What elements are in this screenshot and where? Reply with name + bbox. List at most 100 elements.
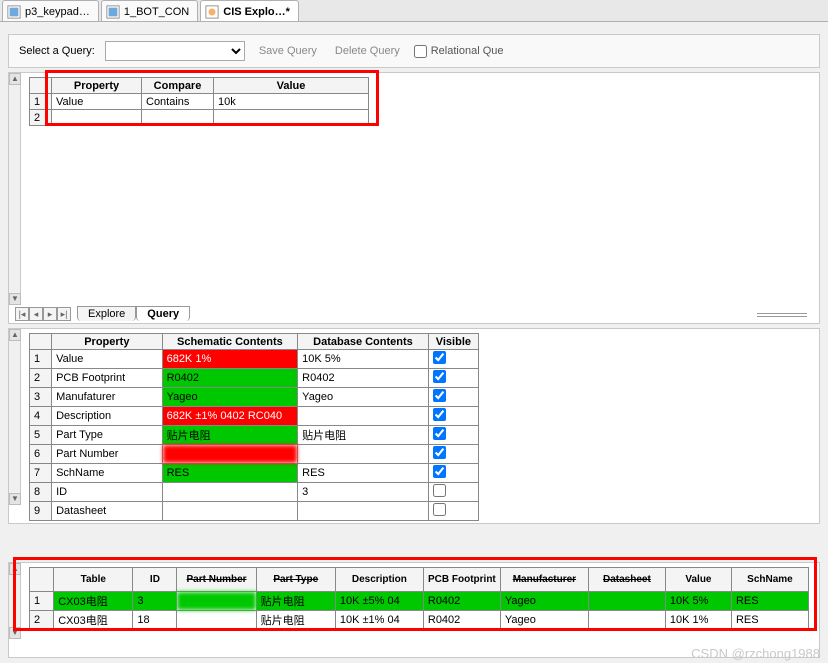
- resize-handle-icon[interactable]: [757, 313, 807, 317]
- property-cell[interactable]: Value: [52, 94, 142, 110]
- table-row[interactable]: 4Description682K ±1% 0402 RC040: [30, 407, 479, 426]
- property-cell: SchName: [52, 464, 162, 483]
- nav-first-icon[interactable]: |◂: [15, 307, 29, 321]
- table-row[interactable]: 2CX03电阻18贴片电阻10K ±1% 04R0402Yageo10K 1%R…: [30, 611, 809, 630]
- manufacturer-cell: Yageo: [500, 611, 588, 630]
- column-header: Value: [214, 78, 369, 94]
- table-row[interactable]: 5Part Type贴片电阻贴片电阻: [30, 426, 479, 445]
- table-row[interactable]: 8ID3: [30, 483, 479, 502]
- schematic-cell: R0402: [162, 369, 298, 388]
- table-row[interactable]: 9Datasheet: [30, 502, 479, 521]
- file-tab-keypad[interactable]: p3_keypad…: [2, 0, 99, 21]
- visible-cell[interactable]: [428, 388, 478, 407]
- column-header: Manufacturer: [500, 568, 588, 592]
- delete-query-button[interactable]: Delete Query: [331, 43, 404, 59]
- scroll-down-icon[interactable]: ▼: [9, 627, 21, 639]
- footprint-cell: R0402: [423, 611, 500, 630]
- vertical-scrollbar[interactable]: ▲ ▼: [9, 73, 21, 305]
- row-number: 1: [30, 350, 52, 369]
- manufacturer-cell: Yageo: [500, 592, 588, 611]
- results-panel: ▲ ▼ TableIDPart NumberPart TypeDescripti…: [8, 562, 820, 658]
- table-row[interactable]: 7SchNameRESRES: [30, 464, 479, 483]
- compare-panel: ▲ ▼ PropertySchematic ContentsDatabase C…: [8, 328, 820, 524]
- visible-checkbox[interactable]: [433, 351, 446, 364]
- vertical-scrollbar[interactable]: ▲ ▼: [9, 563, 21, 639]
- value-cell[interactable]: 10k: [214, 94, 369, 110]
- property-cell: Part Type: [52, 426, 162, 445]
- scroll-down-icon[interactable]: ▼: [9, 493, 21, 505]
- visible-checkbox[interactable]: [433, 427, 446, 440]
- row-number: 5: [30, 426, 52, 445]
- query-results-table[interactable]: TableIDPart NumberPart TypeDescriptionPC…: [29, 567, 809, 630]
- visible-cell[interactable]: [428, 502, 478, 521]
- table-row[interactable]: 1CX03电阻3贴片电阻10K ±5% 04R0402Yageo10K 5%RE…: [30, 592, 809, 611]
- visible-cell[interactable]: [428, 483, 478, 502]
- scroll-down-icon[interactable]: ▼: [9, 293, 21, 305]
- visible-checkbox[interactable]: [433, 465, 446, 478]
- row-number: 4: [30, 407, 52, 426]
- visible-checkbox[interactable]: [433, 408, 446, 421]
- nav-prev-icon[interactable]: ◂: [29, 307, 43, 321]
- schematic-cell: 贴片电阻: [162, 426, 298, 445]
- property-cell[interactable]: [52, 110, 142, 126]
- row-number: 3: [30, 388, 52, 407]
- property-cell: Part Number: [52, 445, 162, 464]
- property-compare-table[interactable]: PropertySchematic ContentsDatabase Conte…: [29, 333, 479, 521]
- tab-query[interactable]: Query: [136, 306, 190, 321]
- tab-label: 1_BOT_CON: [124, 6, 189, 18]
- visible-checkbox[interactable]: [433, 389, 446, 402]
- file-tab-botcon[interactable]: 1_BOT_CON: [101, 0, 198, 21]
- select-query-label: Select a Query:: [19, 45, 95, 57]
- table-row[interactable]: 2PCB FootprintR0402R0402: [30, 369, 479, 388]
- column-header: Database Contents: [298, 334, 429, 350]
- visible-checkbox[interactable]: [433, 446, 446, 459]
- query-select[interactable]: [105, 41, 245, 61]
- tab-label: p3_keypad…: [25, 6, 90, 18]
- scroll-up-icon[interactable]: ▲: [9, 73, 21, 85]
- nav-last-icon[interactable]: ▸|: [57, 307, 71, 321]
- row-number: 2: [30, 611, 54, 630]
- table-row[interactable]: 3ManufaturerYageoYageo: [30, 388, 479, 407]
- value-cell[interactable]: [214, 110, 369, 126]
- visible-checkbox[interactable]: [433, 503, 446, 516]
- relational-query-checkbox[interactable]: [414, 45, 427, 58]
- visible-cell[interactable]: [428, 350, 478, 369]
- value-cell: 10K 5%: [665, 592, 731, 611]
- column-header: Visible: [428, 334, 478, 350]
- compare-cell[interactable]: [142, 110, 214, 126]
- compare-cell[interactable]: Contains: [142, 94, 214, 110]
- database-cell: 贴片电阻: [298, 426, 429, 445]
- tab-explore[interactable]: Explore: [77, 306, 136, 321]
- column-header: Datasheet: [588, 568, 665, 592]
- visible-cell[interactable]: [428, 369, 478, 388]
- table-cell: CX03电阻: [54, 611, 133, 630]
- scroll-up-icon[interactable]: ▲: [9, 329, 21, 341]
- vertical-scrollbar[interactable]: ▲ ▼: [9, 329, 21, 505]
- table-row[interactable]: 1ValueContains10k: [30, 94, 369, 110]
- database-cell: 10K 5%: [298, 350, 429, 369]
- table-row[interactable]: 2: [30, 110, 369, 126]
- visible-checkbox[interactable]: [433, 484, 446, 497]
- id-cell: 3: [133, 592, 177, 611]
- row-number: 2: [30, 369, 52, 388]
- table-row[interactable]: 1Value682K 1%10K 5%: [30, 350, 479, 369]
- property-cell: PCB Footprint: [52, 369, 162, 388]
- property-cell: Description: [52, 407, 162, 426]
- table-row[interactable]: 6Part Number: [30, 445, 479, 464]
- database-cell: 3: [298, 483, 429, 502]
- visible-checkbox[interactable]: [433, 370, 446, 383]
- query-criteria-table[interactable]: PropertyCompareValue1ValueContains10k2: [29, 77, 369, 126]
- nav-next-icon[interactable]: ▸: [43, 307, 57, 321]
- file-tab-cis-explorer[interactable]: CIS Explo…*: [200, 0, 299, 21]
- explorer-icon: [205, 5, 219, 19]
- save-query-button[interactable]: Save Query: [255, 43, 321, 59]
- visible-cell[interactable]: [428, 464, 478, 483]
- part-type-cell: 贴片电阻: [256, 592, 335, 611]
- scroll-up-icon[interactable]: ▲: [9, 563, 21, 575]
- visible-cell[interactable]: [428, 407, 478, 426]
- relational-query-toggle[interactable]: Relational Que: [414, 45, 504, 58]
- tab-label: CIS Explo…*: [223, 6, 290, 18]
- visible-cell[interactable]: [428, 445, 478, 464]
- visible-cell[interactable]: [428, 426, 478, 445]
- property-cell: Datasheet: [52, 502, 162, 521]
